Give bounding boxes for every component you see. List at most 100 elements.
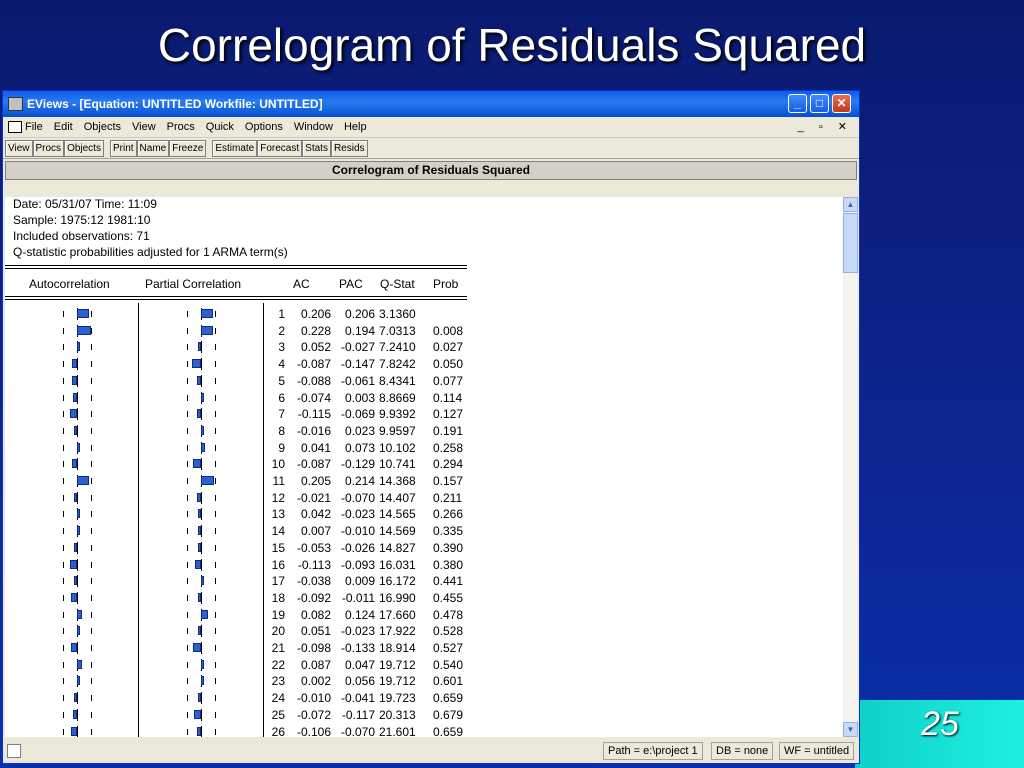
pac-axis [201, 358, 202, 371]
pac-bar [198, 626, 201, 636]
toolbar-name-button[interactable]: Name [136, 139, 170, 157]
cell-prob: 0.050 [433, 357, 464, 372]
cell-ac: -0.053 [296, 540, 331, 555]
window-titlebar[interactable]: EViews - [Equation: UNTITLED Workfile: U… [3, 91, 859, 117]
cell-prob: 0.540 [433, 657, 464, 672]
pac-axis [201, 708, 202, 721]
mdi-controls[interactable]: _ ▫ ✕ [798, 117, 853, 137]
info-date: Date: 05/31/07 Time: 11:09 [13, 197, 157, 211]
cell-prob: 0.455 [433, 590, 464, 605]
ac-axis [77, 708, 78, 721]
ac-axis [77, 458, 78, 471]
confidence-bound [187, 411, 188, 418]
cell-ac: -0.092 [296, 590, 331, 605]
confidence-bound [63, 411, 64, 418]
minimize-icon[interactable]: _ [788, 94, 807, 113]
cell-prob: 0.390 [433, 540, 464, 555]
cell-lag: 15 [271, 540, 285, 555]
cell-pac: -0.133 [340, 641, 375, 655]
confidence-bound [187, 427, 188, 434]
cell-lag: 3 [278, 340, 285, 355]
pac-axis [201, 725, 202, 737]
confidence-bound [215, 361, 216, 368]
toolbar-print-button[interactable]: Print [109, 139, 137, 157]
rule [5, 296, 467, 297]
menu-edit[interactable]: Edit [54, 121, 73, 133]
scroll-thumb[interactable] [843, 213, 858, 273]
toolbar-freeze-button[interactable]: Freeze [169, 139, 207, 157]
toolbar-procs-button[interactable]: Procs [32, 139, 65, 157]
cell-ac: 0.087 [300, 657, 331, 672]
cell-q: 17.922 [379, 624, 416, 639]
rule [5, 299, 467, 300]
menu-procs[interactable]: Procs [167, 121, 195, 133]
menu-objects[interactable]: Objects [84, 121, 121, 133]
document-icon[interactable] [8, 121, 22, 133]
cell-prob: 0.157 [433, 474, 464, 488]
ac-axis [77, 541, 78, 554]
confidence-bound [63, 528, 64, 535]
confidence-bound [91, 728, 92, 735]
toolbar-view-button[interactable]: View [5, 139, 33, 157]
cell-lag: 19 [271, 607, 285, 622]
confidence-bound [215, 411, 216, 418]
toolbar-stats-button[interactable]: Stats [302, 139, 331, 157]
col-pac: PAC [339, 277, 363, 291]
confidence-bound [91, 311, 92, 317]
toolbar-estimate-button[interactable]: Estimate [212, 139, 258, 157]
cell-ac: 0.206 [300, 307, 331, 321]
cell-ac: -0.113 [297, 557, 331, 572]
menu-quick[interactable]: Quick [206, 121, 234, 133]
confidence-bound [91, 695, 92, 702]
confidence-bound [215, 594, 216, 601]
confidence-bound [63, 728, 64, 735]
ac-bar [77, 442, 80, 452]
confidence-bound [215, 478, 216, 484]
cell-lag: 12 [271, 490, 285, 505]
scroll-up-icon[interactable]: ▲ [843, 197, 858, 212]
pac-axis [201, 591, 202, 604]
menu-options[interactable]: Options [245, 121, 283, 133]
cell-prob: 0.659 [433, 691, 464, 706]
toolbar-forecast-button[interactable]: Forecast [257, 139, 303, 157]
ac-axis [77, 491, 78, 504]
cell-q: 10.741 [379, 457, 416, 472]
pac-axis [201, 541, 202, 554]
confidence-bound [91, 327, 92, 334]
menu-view[interactable]: View [132, 121, 156, 133]
pac-bar [201, 442, 206, 452]
confidence-bound [91, 678, 92, 685]
cell-lag: 7 [278, 407, 285, 422]
maximize-icon[interactable]: □ [810, 94, 829, 113]
cell-q: 18.914 [379, 641, 416, 655]
pac-bar [198, 542, 201, 552]
pac-bar [201, 392, 204, 402]
confidence-bound [63, 678, 64, 685]
cell-lag: 13 [271, 507, 285, 522]
pac-bar [193, 643, 201, 652]
scroll-down-icon[interactable]: ▼ [843, 722, 858, 737]
cell-pac: -0.117 [341, 707, 375, 722]
toolbar-resids-button[interactable]: Resids [330, 139, 368, 157]
confidence-bound [91, 444, 92, 451]
toolbar-objects-button[interactable]: Objects [64, 139, 104, 157]
confidence-bound [215, 561, 216, 568]
vertical-scrollbar[interactable]: ▲ ▼ [843, 197, 858, 737]
confidence-bound [215, 311, 216, 317]
menu-help[interactable]: Help [344, 121, 367, 133]
cell-ac: 0.007 [300, 524, 331, 539]
cell-pac: -0.070 [340, 490, 375, 505]
cell-prob: 0.527 [433, 641, 464, 655]
confidence-bound [187, 394, 188, 401]
ac-axis [77, 424, 78, 437]
ac-bar [71, 459, 77, 469]
menu-window[interactable]: Window [294, 121, 333, 133]
cell-ac: 0.205 [300, 474, 331, 488]
confidence-bound [63, 461, 64, 468]
menu-file[interactable]: File [25, 121, 43, 133]
close-icon[interactable]: ✕ [832, 94, 851, 113]
chart-divider [138, 303, 139, 737]
cell-pac: 0.023 [344, 423, 375, 438]
confidence-bound [63, 578, 64, 585]
ac-bar [77, 676, 80, 686]
